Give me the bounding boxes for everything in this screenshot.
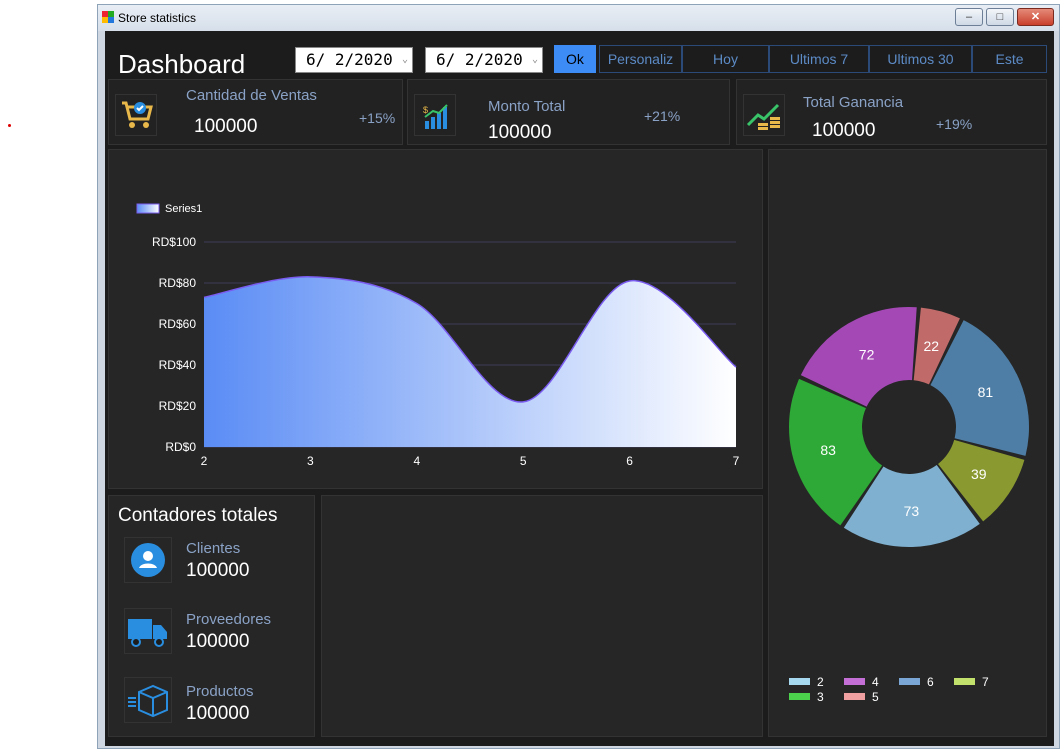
total-amount-card: $ Monto Total 100000 +21% [407,79,730,145]
maximize-button[interactable]: □ [986,8,1014,26]
pie-slice-label: 72 [859,346,875,362]
shopping-cart-icon [115,94,157,136]
card-value: 100000 [488,122,552,143]
total-profit-card: Total Ganancia 100000 +19% [736,79,1047,145]
suppliers-value: 100000 [186,631,250,652]
pie-legend-label: 7 [982,675,989,689]
pie-chart-panel: 81 39 73 83 72 22 2 3 4 5 6 7 [768,149,1047,737]
start-date-picker[interactable]: 6/ 2/2020 ⌄ [295,47,413,73]
empty-chart-panel [321,495,763,737]
user-icon [124,537,172,583]
chevron-down-icon: ⌄ [401,54,408,65]
pie-slice-label: 83 [820,442,836,458]
last-7-button[interactable]: Ultimos 7 [769,45,869,73]
pie-slice-label: 81 [978,384,994,400]
title-bar: Store statistics – □ ✕ [98,5,1059,31]
pie-legend-swatch [789,693,810,700]
pie-legend-label: 4 [872,675,879,689]
clients-value: 100000 [186,560,250,581]
bar-growth-icon: $ [414,94,456,136]
app-icon [102,11,114,23]
card-label: Monto Total [488,98,566,115]
today-button[interactable]: Hoy [682,45,769,73]
end-date-picker[interactable]: 6/ 2/2020 ⌄ [425,47,543,73]
y-tick-label: RD$80 [159,276,197,290]
app-window: Store statistics – □ ✕ Dashboard 6/ 2/20… [97,4,1060,749]
pie-legend-swatch [844,678,865,685]
pie-slice-label: 22 [924,338,940,354]
card-value: 100000 [194,116,258,137]
y-tick-label: RD$60 [159,317,197,331]
products-label: Productos [186,683,254,700]
x-tick-label: 3 [307,454,314,468]
card-percent: +21% [644,108,681,124]
x-tick-label: 2 [201,454,208,468]
custom-range-button[interactable]: Personaliz [599,45,682,73]
y-tick-label: RD$100 [152,235,196,249]
card-percent: +15% [359,110,396,126]
area-chart: RD$0 RD$20 RD$40 RD$60 RD$80 RD$100 2 3 4 5 6 7 Seri… [136,203,740,468]
suppliers-label: Proveedores [186,611,272,628]
card-value: 100000 [812,120,876,141]
pie-legend-label: 5 [872,690,879,704]
pie-slice-label: 39 [971,466,987,482]
pie-legend-swatch [899,678,920,685]
sales-area-chart-panel: RD$0 RD$20 RD$40 RD$60 RD$80 RD$100 2 3 4 5 6 7 Seri… [108,149,763,489]
start-date-value: 6/ 2/2020 [306,50,393,69]
minimize-button[interactable]: – [955,8,983,26]
marker-dot [8,124,11,127]
y-tick-label: RD$40 [159,358,197,372]
products-value: 100000 [186,703,250,724]
counters-title: Contadores totales [118,505,278,526]
pie-legend-label: 6 [927,675,934,689]
x-tick-label: 4 [413,454,420,468]
chevron-down-icon: ⌄ [531,54,538,65]
y-tick-label: RD$20 [159,399,197,413]
pie-legend-label: 3 [817,690,824,704]
pie-legend-label: 2 [817,675,824,689]
x-tick-label: 7 [733,454,740,468]
box-icon [124,677,172,723]
card-percent: +19% [936,116,973,132]
y-tick-label: RD$0 [165,440,196,454]
pie-slice-label: 73 [904,503,920,519]
x-tick-label: 5 [520,454,527,468]
truck-icon [124,608,172,654]
page-title: Dashboard [118,49,246,79]
pie-legend-swatch [844,693,865,700]
sales-count-card: Cantidad de Ventas 100000 +15% [108,79,403,145]
pie-legend-swatch [954,678,975,685]
this-month-button[interactable]: Este [972,45,1047,73]
card-label: Total Ganancia [803,94,904,111]
card-label: Cantidad de Ventas [186,87,317,104]
ok-button[interactable]: Ok [554,45,596,73]
legend-label: Series1 [165,203,202,215]
legend-swatch [136,203,160,214]
pie-legend-swatch [789,678,810,685]
window-title: Store statistics [118,11,197,25]
x-tick-label: 6 [626,454,633,468]
clients-label: Clientes [186,540,241,557]
end-date-value: 6/ 2/2020 [436,50,523,69]
dashboard-content: Dashboard 6/ 2/2020 ⌄ 6/ 2/2020 ⌄ Ok Per… [105,31,1054,746]
pie-chart: 81397383722223456 7 [789,307,1029,704]
svg-text:$: $ [423,105,428,115]
money-growth-icon [743,94,785,136]
last-30-button[interactable]: Ultimos 30 [869,45,972,73]
close-button[interactable]: ✕ [1017,8,1054,26]
